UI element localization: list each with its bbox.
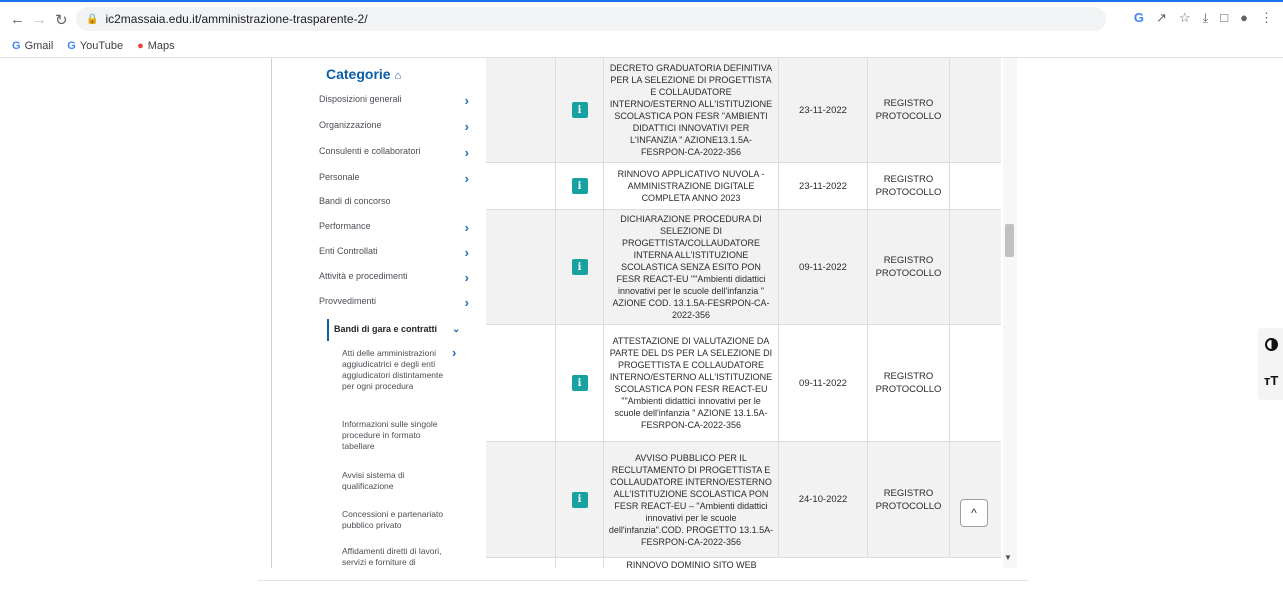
document-title: DECRETO GRADUATORIA DEFINITIVA PER LA SE… [604,58,779,162]
chevron-right-icon: › [464,245,469,260]
download-icon[interactable]: ⤓ [1203,10,1209,26]
document-title: AVVISO PUBBLICO PER IL RECLUTAMENTO DI P… [604,442,779,557]
table-row: i AVVISO PUBBLICO PER IL RECLUTAMENTO DI… [486,442,1001,558]
sidebar-item-disposizioni[interactable]: Disposizioni generali › [319,93,469,108]
google-icon: G [67,39,76,52]
chevron-down-icon: ⌄ [452,324,461,335]
bookmark-youtube[interactable]: G YouTube [67,40,123,52]
lock-icon: 🔒 [86,13,99,25]
sidebar-item-bandi-gara[interactable]: Bandi di gara e contratti [334,324,437,334]
google-icon: G [12,39,21,52]
home-icon: ⌂ [394,70,402,82]
chevron-right-icon: › [464,119,469,134]
sidebar-item-personale[interactable]: Personale › [319,171,469,186]
sidebar-title: Categorie ⌂ [326,66,402,82]
table-row: i RINNOVO APPLICATIVO NUVOLA - AMMINISTR… [486,163,1001,210]
table-row: i ATTESTAZIONE DI VALUTAZIONE DA PARTE D… [486,325,1001,442]
document-title: RINNOVO APPLICATIVO NUVOLA - AMMINISTRAZ… [604,163,779,209]
documents-table: i DECRETO GRADUATORIA DEFINITIVA PER LA … [486,58,1009,568]
info-icon[interactable]: i [571,102,588,118]
document-date: 24-10-2022 [779,442,868,557]
document-register: REGISTRO PROTOCOLLO [868,210,950,324]
document-date: 23-11-2022 [779,163,868,209]
url-text: ic2massaia.edu.it/amministrazione-traspa… [105,12,368,26]
chevron-up-icon: ^ [971,506,977,520]
sidebar-subitem-atti[interactable]: Atti delle amministrazioni aggiudicatric… [342,348,452,392]
table-scrollbar[interactable] [1003,58,1017,568]
chevron-right-icon: › [464,171,469,186]
sidebar-subitem-concessioni[interactable]: Concessioni e partenariato pubblico priv… [342,509,452,531]
sidebar-item-provvedimenti[interactable]: Provvedimenti › [319,295,469,310]
sidebar-subitem-informazioni[interactable]: Informazioni sulle singole procedure in … [342,419,452,452]
chevron-right-icon: › [464,145,469,160]
document-title: ATTESTAZIONE DI VALUTAZIONE DA PARTE DEL… [604,325,779,441]
share-icon[interactable]: ↗ [1156,10,1167,26]
scroll-down-arrow-icon[interactable]: ▼ [1004,553,1012,562]
document-title: DICHIARAZIONE PROCEDURA DI SELEZIONE DI … [604,210,779,324]
info-icon[interactable]: i [571,375,588,391]
table-row: i DECRETO GRADUATORIA DEFINITIVA PER LA … [486,58,1001,163]
table-scrollbar-thumb[interactable] [1005,224,1014,257]
bookmark-maps[interactable]: ● Maps [137,40,175,52]
reload-icon[interactable]: ↻ [55,11,68,29]
profile-icon[interactable]: ● [1240,10,1248,26]
sidebar-subitem-avvisi[interactable]: Avvisi sistema di qualificazione [342,470,452,492]
info-icon[interactable]: i [571,178,588,194]
sidepanel-icon[interactable]: □ [1220,10,1228,26]
table-row: RINNOVO DOMINIO SITO WEB [486,558,1001,568]
sidebar-item-attivita[interactable]: Attività e procedimenti › [319,270,469,285]
sidebar-item-organizzazione[interactable]: Organizzazione › [319,119,469,134]
maps-pin-icon: ● [137,39,144,52]
chevron-right-icon: › [464,93,469,108]
table-row: i DICHIARAZIONE PROCEDURA DI SELEZIONE D… [486,210,1001,325]
back-to-top-button[interactable]: ^ [960,499,988,527]
chevron-right-icon: › [464,220,469,235]
back-icon[interactable]: ← [10,11,25,28]
sidebar-item-enti-controllati[interactable]: Enti Controllati › [319,245,469,260]
chevron-right-icon: › [464,295,469,310]
sidebar-item-performance[interactable]: Performance › [319,220,469,235]
footer-divider [258,580,1028,581]
bookmarks-bar: G Gmail G YouTube ● Maps [0,34,1283,58]
info-icon[interactable]: i [571,491,588,508]
bookmark-gmail[interactable]: G Gmail [12,40,53,52]
document-register: REGISTRO PROTOCOLLO [868,325,950,441]
google-icon[interactable]: G [1134,10,1144,26]
info-icon[interactable]: i [571,259,588,275]
star-icon[interactable]: ☆ [1179,10,1191,26]
document-register: REGISTRO PROTOCOLLO [868,58,950,162]
document-register: REGISTRO PROTOCOLLO [868,163,950,209]
menu-icon[interactable]: ⋮ [1260,10,1273,26]
document-title: RINNOVO DOMINIO SITO WEB [626,560,757,568]
browser-toolbar: ← → ↻ 🔒 ic2massaia.edu.it/amministrazion… [0,0,1283,34]
sidebar-subitem-affidamenti[interactable]: Affidamenti diretti di lavori, servizi e… [342,546,452,568]
categories-sidebar: Categorie ⌂ Disposizioni generali › Organ… [271,58,473,568]
document-register: REGISTRO PROTOCOLLO [868,442,950,557]
chevron-right-icon: › [452,345,457,360]
document-date: 23-11-2022 [779,58,868,162]
contrast-icon[interactable] [1265,338,1278,351]
chevron-right-icon: › [464,270,469,285]
text-size-icon[interactable]: тT [1264,373,1278,388]
document-date: 09-11-2022 [779,210,868,324]
sidebar-item-bandi-concorso[interactable]: Bandi di concorso [319,196,469,206]
sidebar-item-consulenti[interactable]: Consulenti e collaboratori › [319,145,469,160]
address-bar[interactable]: 🔒 ic2massaia.edu.it/amministrazione-tras… [76,7,1106,31]
document-date: 09-11-2022 [779,325,868,441]
forward-icon[interactable]: → [32,11,47,28]
